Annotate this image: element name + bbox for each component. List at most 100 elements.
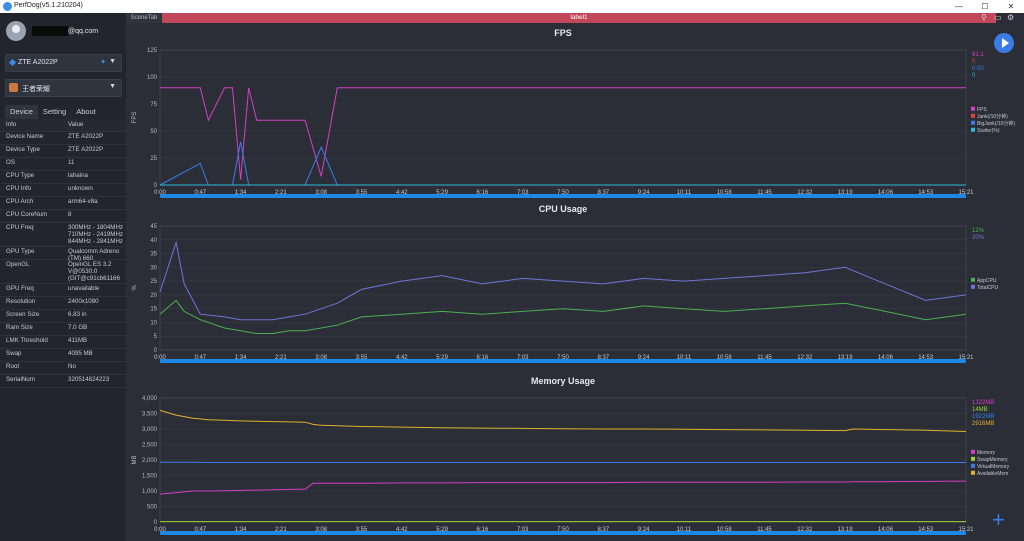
info-value: 8 [68,211,72,218]
info-value: OpenGL ES 3.2 V@0530.0 (GIT@c91cb61166 [68,261,120,282]
info-row: OS 11 [0,157,126,171]
info-value: unavailable [68,285,100,292]
current-value: 14MB [972,407,988,413]
y-tick-label: 2,500 [142,443,158,449]
y-tick-label: 500 [147,505,158,511]
info-key: OS [6,159,15,166]
y-tick-label: 20 [150,293,157,299]
legend-swatch [971,456,975,461]
y-tick-label: 125 [147,48,158,54]
info-value: 4095 MB [68,350,93,357]
plot-frame [159,225,967,351]
main-panel: SceneTab label1 ⚲ ▭ ⚙ + FPS FPS 125 100 75 50… [126,13,1024,541]
info-key: GPU Freq [6,285,34,292]
tab-device[interactable]: Device [5,105,38,119]
info-row: Root No [0,361,126,375]
legend-swatch [971,127,975,132]
series-line-appcpu [159,299,967,334]
info-row: CPU Arch arm64-v8a [0,196,126,210]
legend-label: VirtualMemory [977,464,1010,470]
info-key: CPU Type [6,172,35,179]
y-tick-label: 30 [150,265,157,271]
current-value: 1322MB [972,400,994,406]
legend-swatch [971,284,975,289]
maximize-button[interactable]: ☐ [972,0,998,13]
info-value: lahaina [68,172,88,179]
info-value: arm64-v8a [68,198,98,205]
user-account[interactable]: @qq.com [6,19,122,47]
info-row: CPU Freq 300MHz - 1804MHz 710MHz - 2419MH… [0,222,126,247]
device-select-label: ZTE A2022P [18,59,58,66]
info-value: 300MHz - 1804MHz 710MHz - 2419MHz 844MHz… [68,224,124,245]
legend-label: TotalCPU [977,285,999,291]
legend-label: AppCPU [977,278,997,284]
avatar[interactable] [6,21,26,41]
chart-title: Memory Usage [531,376,595,386]
app-select[interactable]: 王者荣耀 ▼ [5,79,122,97]
info-key: Ram Size [6,324,33,331]
window-title: PerfDog(v5.1.210204) [14,2,83,9]
minimize-button[interactable]: — [946,0,972,13]
y-tick-label: 25 [150,279,157,285]
chart-title: CPU Usage [539,204,588,214]
y-tick-label: 45 [150,224,157,230]
info-row: Screen Size 6.83 in [0,309,126,323]
bluetooth-icon: ✦ [100,59,106,66]
y-tick-label: 75 [150,102,157,108]
current-value: 91.1 [972,52,984,58]
info-key: Resolution [6,298,36,305]
legend-swatch [971,470,975,475]
time-scrollbar[interactable] [160,531,966,535]
legend-swatch [971,277,975,282]
y-tick-label: 25 [150,156,157,162]
info-row: CPU CoreNum 8 [0,209,126,223]
y-tick-label: 35 [150,252,157,258]
series-line-memory [159,480,967,495]
info-row: GPU Freq unavailable [0,283,126,297]
info-key: CPU Freq [6,224,34,231]
chevron-down-icon: ▼ [109,83,116,90]
y-axis-label: FPS [132,112,138,124]
info-key: Device Type [6,146,40,153]
info-row: CPU Type lahaina [0,170,126,184]
info-key: Root [6,363,20,370]
info-row: Device Name ZTE A2022P [0,131,126,145]
info-key: SerialNum [6,376,35,383]
y-tick-label: 15 [150,307,157,313]
chart-title: FPS [554,28,572,38]
y-axis-label: % [132,285,138,291]
info-key: Device Name [6,133,44,140]
time-scrollbar[interactable] [160,194,966,198]
series-line-fps [160,87,966,180]
info-value: 2400x1080 [68,298,99,305]
device-icon [8,58,17,67]
info-value: unknown [68,185,93,192]
close-button[interactable]: ✕ [998,0,1024,13]
info-key: CPU CoreNum [6,211,48,218]
legend-label: FPS [977,107,987,113]
device-select[interactable]: ZTE A2022P ✦ ▼ [5,54,122,72]
info-value: No [68,363,76,370]
current-value: 0.00 [972,66,984,72]
info-value: 320514824223 [68,376,110,383]
game-app-icon [9,83,18,92]
y-tick-label: 2,000 [142,458,158,464]
legend-swatch [971,113,975,118]
current-value: 0 [972,59,976,65]
y-tick-label: 3,000 [142,427,158,433]
info-key: GPU Type [6,248,35,255]
app-logo-icon [3,2,12,11]
y-tick-label: 0 [154,183,158,189]
legend-label: SwapMemory [977,457,1008,463]
app-select-label: 王者荣耀 [22,86,50,93]
time-scrollbar[interactable] [160,359,966,363]
info-row: SerialNum 320514824223 [0,374,126,388]
plot-frame [159,49,967,186]
y-tick-label: 1,500 [142,474,158,480]
chevron-down-icon: ▼ [109,58,116,65]
info-row: Swap 4095 MB [0,348,126,362]
tab-setting[interactable]: Setting [38,105,71,119]
info-key: LMK Threshold [6,337,48,344]
tab-about[interactable]: About [71,105,101,119]
y-tick-label: 40 [150,238,157,244]
